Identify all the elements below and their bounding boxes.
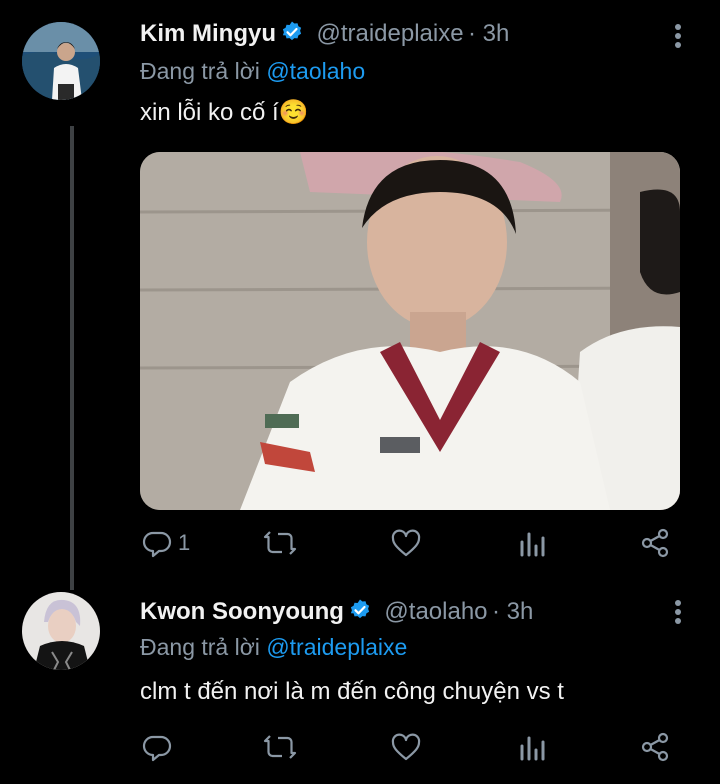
tweet-text: xin lỗi ko cố í☺️ — [140, 99, 309, 126]
tweet-1-header: Kim Mingyu @traideplaixe · 3h — [140, 20, 509, 48]
more-vertical-icon[interactable] — [670, 22, 686, 52]
thread-connector-line — [70, 126, 74, 590]
analytics-icon — [517, 528, 547, 558]
like-button[interactable] — [390, 528, 422, 558]
like-icon — [390, 732, 422, 762]
like-button[interactable] — [390, 732, 422, 762]
replying-to: Đang trả lời @taolaho — [140, 58, 365, 85]
timestamp[interactable]: · 3h — [492, 598, 533, 625]
handle[interactable]: @traideplaixe — [316, 20, 463, 47]
replying-to-mention[interactable]: @traideplaixe — [266, 634, 407, 660]
retweet-icon — [262, 732, 298, 762]
verified-badge-icon — [348, 598, 372, 622]
analytics-button[interactable] — [517, 528, 547, 558]
share-icon — [640, 732, 670, 762]
replying-to-label: Đang trả lời — [140, 58, 260, 84]
analytics-button[interactable] — [517, 732, 547, 762]
display-name[interactable]: Kim Mingyu — [140, 20, 276, 47]
share-button[interactable] — [640, 528, 670, 558]
retweet-icon — [262, 528, 298, 558]
replying-to-mention[interactable]: @taolaho — [266, 58, 365, 84]
reply-icon — [142, 732, 172, 762]
tweet-2-header: Kwon Soonyoung @taolaho · 3h — [140, 598, 533, 626]
replying-to-label: Đang trả lời — [140, 634, 260, 660]
reply-button[interactable] — [142, 732, 178, 762]
reply-button[interactable]: 1 — [142, 528, 190, 558]
avatar-kim-mingyu[interactable] — [22, 22, 100, 100]
handle[interactable]: @taolaho — [384, 598, 487, 625]
display-name[interactable]: Kwon Soonyoung — [140, 598, 344, 625]
replying-to: Đang trả lời @traideplaixe — [140, 634, 407, 661]
avatar-kwon-soonyoung[interactable] — [22, 592, 100, 670]
share-button[interactable] — [640, 732, 670, 762]
retweet-button[interactable] — [262, 528, 298, 558]
retweet-button[interactable] — [262, 732, 298, 762]
reply-icon — [142, 528, 172, 558]
timestamp[interactable]: · 3h — [468, 20, 509, 47]
analytics-icon — [517, 732, 547, 762]
share-icon — [640, 528, 670, 558]
tweet-media-image[interactable] — [140, 152, 680, 510]
tweet-text: clm t đến nơi là m đến công chuyện vs t — [140, 678, 564, 705]
verified-badge-icon — [280, 20, 304, 44]
reply-count: 1 — [178, 530, 191, 555]
like-icon — [390, 528, 422, 558]
more-vertical-icon[interactable] — [670, 598, 686, 628]
